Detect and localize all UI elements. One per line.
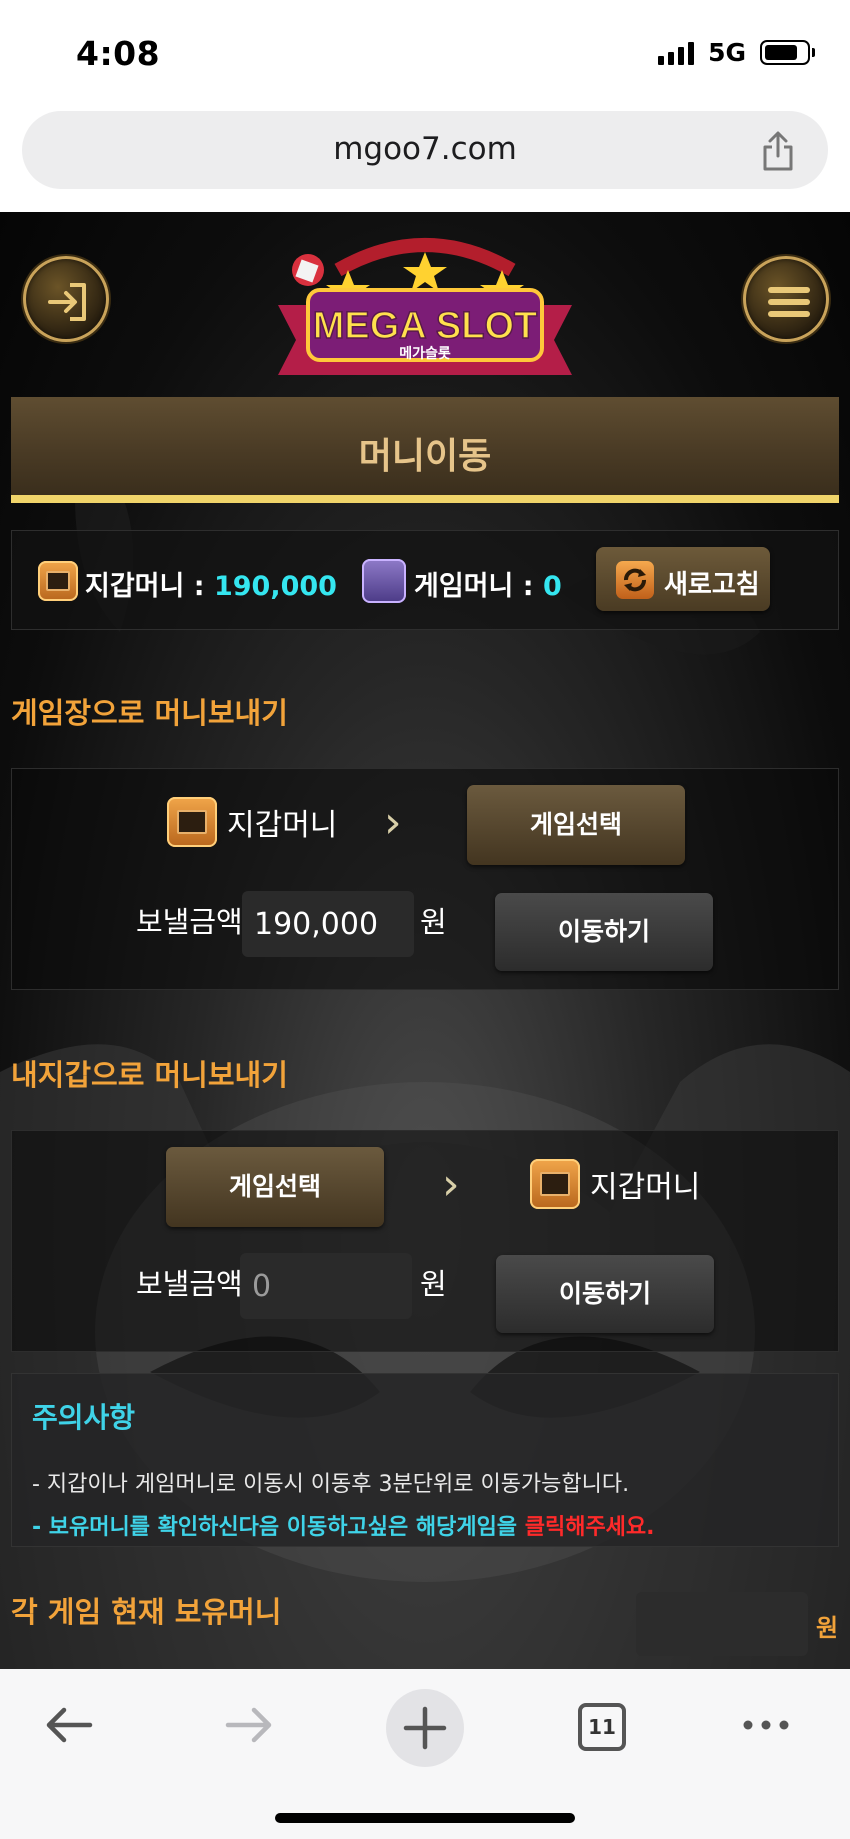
- target-wallet-label: 지갑머니: [590, 1170, 701, 1205]
- login-icon: [48, 283, 86, 321]
- game-select-button[interactable]: 게임선택: [467, 785, 685, 865]
- send-amount-label: 보낼금액: [136, 905, 243, 939]
- site-header: MEGA SLOT 메가슬롯: [0, 212, 850, 392]
- send-to-wallet-heading: 내지갑으로 머니보내기: [11, 1058, 288, 1092]
- game-money-label: 게임머니 : 0: [414, 564, 562, 603]
- status-bar: 4:08 5G: [0, 0, 850, 105]
- plus-icon: [403, 1706, 447, 1750]
- game-holdings-heading: 각 게임 현재 보유머니: [11, 1595, 282, 1629]
- login-button[interactable]: [23, 256, 109, 342]
- send-amount-label: 보낼금액: [136, 1267, 243, 1301]
- hamburger-menu-icon: [768, 287, 810, 317]
- back-arrow-icon[interactable]: [40, 1695, 100, 1755]
- more-options-icon[interactable]: [736, 1695, 796, 1755]
- game-money-value: 0: [542, 571, 562, 602]
- game-select-button[interactable]: 게임선택: [166, 1147, 384, 1227]
- browser-toolbar: 11: [0, 1669, 850, 1839]
- mega-slot-logo[interactable]: MEGA SLOT 메가슬롯: [268, 230, 582, 380]
- send-amount-input[interactable]: [242, 891, 414, 957]
- target-wallet: 지갑머니: [530, 1159, 700, 1209]
- send-to-wallet-panel: 게임선택 › 지갑머니 보낼금액 원 이동하기: [11, 1130, 839, 1352]
- status-time: 4:08: [76, 34, 161, 73]
- page-title: 머니이동: [358, 436, 492, 477]
- page-content: MEGA SLOT 메가슬롯 머니이동 지갑머니 : 190,000 게임머니 …: [0, 212, 850, 1669]
- status-indicators: 5G: [658, 38, 815, 67]
- home-indicator: [275, 1813, 575, 1823]
- notice-line-1: - 지갑이나 게임머니로 이동시 이동후 3분단위로 이동가능합니다.: [32, 1472, 630, 1497]
- chevron-right-icon: ›: [442, 1159, 460, 1210]
- share-icon[interactable]: [758, 130, 798, 172]
- refresh-icon: [616, 561, 654, 599]
- battery-icon: [760, 40, 815, 65]
- holdings-unit: 원: [816, 1614, 839, 1642]
- new-tab-button[interactable]: [386, 1689, 464, 1767]
- wallet-safe-icon: [167, 797, 217, 847]
- wallet-money-value: 190,000: [213, 571, 337, 602]
- notice-title: 주의사항: [32, 1401, 136, 1434]
- url-text[interactable]: mgoo7.com: [22, 131, 828, 167]
- wallet-money-text: 지갑머니 :: [85, 571, 214, 602]
- source-wallet: 지갑머니: [167, 797, 337, 847]
- notice-line-2-text: - 보유머니를 확인하신다음 이동하고싶은 해당게임을: [32, 1515, 525, 1540]
- wallet-money-label: 지갑머니 : 190,000: [85, 564, 337, 603]
- notice-click-emphasis: 클릭해주세요.: [524, 1515, 655, 1540]
- total-holdings-field: [636, 1592, 808, 1656]
- wallet-safe-icon: [530, 1159, 580, 1209]
- send-to-game-panel: 지갑머니 › 게임선택 보낼금액 원 이동하기: [11, 768, 839, 990]
- network-type: 5G: [708, 38, 746, 67]
- page-title-bar: 머니이동: [11, 397, 839, 503]
- move-to-game-button[interactable]: 이동하기: [495, 893, 713, 971]
- notice-box: 주의사항 - 지갑이나 게임머니로 이동시 이동후 3분단위로 이동가능합니다.…: [11, 1373, 839, 1547]
- game-vault-icon: [362, 559, 406, 603]
- send-amount-input[interactable]: [240, 1253, 412, 1319]
- balance-summary: 지갑머니 : 190,000 게임머니 : 0 새로고침: [11, 530, 839, 630]
- currency-unit: 원: [420, 905, 447, 939]
- refresh-label: 새로고침: [664, 570, 760, 600]
- move-to-wallet-button[interactable]: 이동하기: [496, 1255, 714, 1333]
- logo-text: MEGA SLOT: [313, 305, 537, 347]
- tabs-button[interactable]: 11: [578, 1703, 626, 1751]
- address-bar[interactable]: mgoo7.com: [22, 111, 828, 189]
- currency-unit: 원: [420, 1267, 447, 1301]
- game-money-text: 게임머니 :: [414, 571, 543, 602]
- refresh-button[interactable]: 새로고침: [596, 547, 770, 611]
- forward-arrow-icon[interactable]: [218, 1695, 278, 1755]
- logo-subtext: 메가슬롯: [399, 346, 451, 362]
- notice-line-2: - 보유머니를 확인하신다음 이동하고싶은 해당게임을 클릭해주세요.: [32, 1509, 655, 1541]
- wallet-safe-icon: [38, 561, 78, 601]
- send-to-game-heading: 게임장으로 머니보내기: [11, 696, 288, 730]
- source-wallet-label: 지갑머니: [227, 808, 338, 843]
- menu-button[interactable]: [743, 256, 829, 342]
- signal-icon: [658, 41, 695, 65]
- chevron-right-icon: ›: [384, 797, 402, 848]
